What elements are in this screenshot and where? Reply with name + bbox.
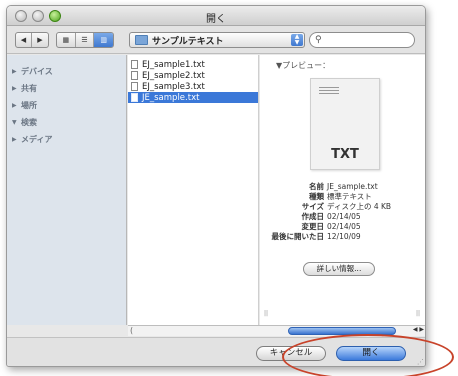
cancel-button[interactable]: キャンセル [256,346,326,361]
sidebar-item-media[interactable]: ▶ メディア [7,131,126,148]
file-name: EJ_sample3.txt [142,81,205,92]
file-name: EJ_sample2.txt [142,70,205,81]
info-key: サイズ [301,202,324,211]
folder-popup[interactable]: サンプルテキスト ▲ ▼ [129,32,305,48]
sidebar-item-label: デバイス [21,67,53,76]
horizontal-scrollbar[interactable]: ( ◀ ▶ [128,325,425,336]
thumbnail-label: TXT [331,147,359,162]
more-info-button[interactable]: 詳しい情報... [303,262,375,276]
info-row: 名前 JE_sample.txt [260,182,425,192]
scroll-left-cap-icon: ( [130,326,134,335]
disclosure-down-icon: ▼ [12,119,17,126]
info-value: 02/14/05 [327,212,361,221]
scroll-arrows-icon[interactable]: ◀ ▶ [413,326,424,333]
info-key: 作成日 [301,212,325,221]
back-forward-control: ◀ ▶ [15,32,49,48]
file-row[interactable]: EJ_sample3.txt [128,81,258,92]
popup-arrows-icon: ▲ ▼ [291,34,303,46]
file-column: EJ_sample1.txt EJ_sample2.txt EJ_sample3… [128,55,259,325]
text-file-icon [131,60,138,69]
file-row[interactable]: EJ_sample1.txt [128,59,258,70]
window-title: 開く [206,14,226,25]
text-file-icon [131,82,138,91]
disclosure-right-icon: ▶ [12,102,17,109]
sidebar-item-label: メディア [21,135,53,144]
folder-popup-label: サンプルテキスト [152,36,224,47]
info-value: 12/10/09 [327,232,361,241]
file-row[interactable]: EJ_sample2.txt [128,70,258,81]
info-row: 変更日 02/14/05 [260,222,425,232]
search-icon: ⚲ [315,35,322,45]
info-row: サイズ ディスク上の 4 KB [260,202,425,212]
back-icon[interactable]: ◀ [16,33,32,47]
folder-icon [135,35,148,45]
open-dialog: 開く ◀ ▶ ▦ ☰ ▥ サンプルテキスト ▲▼ ⚲ ▶ デバイス ▶ 共有 [6,5,426,367]
resize-grip-icon[interactable]: ⋰ [417,358,424,366]
column-resize-icon[interactable]: || [264,310,268,317]
info-value: 標準テキスト [327,192,372,201]
button-bar: キャンセル 開く ⋰ [7,337,425,366]
icon-view-icon[interactable]: ▦ [57,33,76,47]
preview-pane: ▼プレビュー： TXT 名前 JE_sample.txt 種類 標準テキスト サ… [260,55,425,325]
titlebar: 開く [7,6,425,26]
sidebar-item-shared[interactable]: ▶ 共有 [7,80,126,97]
file-row-selected[interactable]: JE_sample.txt [128,92,258,103]
text-file-icon [131,71,138,80]
list-view-icon[interactable]: ☰ [76,33,95,47]
scrollbar-thumb[interactable] [288,327,396,335]
toolbar: ◀ ▶ ▦ ☰ ▥ サンプルテキスト ▲ ▼ ⚲ [7,26,425,54]
disclosure-right-icon: ▶ [12,68,17,75]
sidebar-item-devices[interactable]: ▶ デバイス [7,63,126,80]
search-field[interactable]: ⚲ [309,32,415,48]
view-mode-control: ▦ ☰ ▥ [56,32,114,48]
info-value: 02/14/05 [327,222,361,231]
sidebar-item-label: 場所 [21,101,37,110]
info-row: 最後に開いた日 12/10/09 [260,232,425,242]
document-thumbnail: TXT [310,78,380,170]
info-value: ディスク上の 4 KB [327,202,392,211]
info-row: 作成日 02/14/05 [260,212,425,222]
sidebar: ▶ デバイス ▶ 共有 ▶ 場所 ▼ 検索 ▶ メディア [7,55,127,325]
info-key: 変更日 [301,222,325,231]
sidebar-item-label: 検索 [21,118,37,127]
info-key: 名前 [309,182,324,191]
open-button[interactable]: 開く [336,346,406,361]
column-resize-icon[interactable]: || [416,310,420,317]
forward-icon[interactable]: ▶ [32,33,48,47]
column-view-icon[interactable]: ▥ [94,33,113,47]
text-file-icon [131,93,138,102]
info-row: 種類 標準テキスト [260,192,425,202]
preview-heading: ▼プレビュー： [276,61,331,70]
sidebar-item-label: 共有 [21,84,37,93]
disclosure-right-icon: ▶ [12,136,17,143]
file-name: JE_sample.txt [142,92,200,103]
sidebar-item-places[interactable]: ▶ 場所 [7,97,126,114]
info-value: JE_sample.txt [327,182,378,191]
file-info: 名前 JE_sample.txt 種類 標準テキスト サイズ ディスク上の 4 … [260,182,425,242]
info-key: 種類 [309,192,324,201]
sidebar-item-search[interactable]: ▼ 検索 [7,114,126,131]
info-key: 最後に開いた日 [271,232,325,241]
file-name: EJ_sample1.txt [142,59,205,70]
disclosure-right-icon: ▶ [12,85,17,92]
thumbnail-text-lines [319,87,339,96]
